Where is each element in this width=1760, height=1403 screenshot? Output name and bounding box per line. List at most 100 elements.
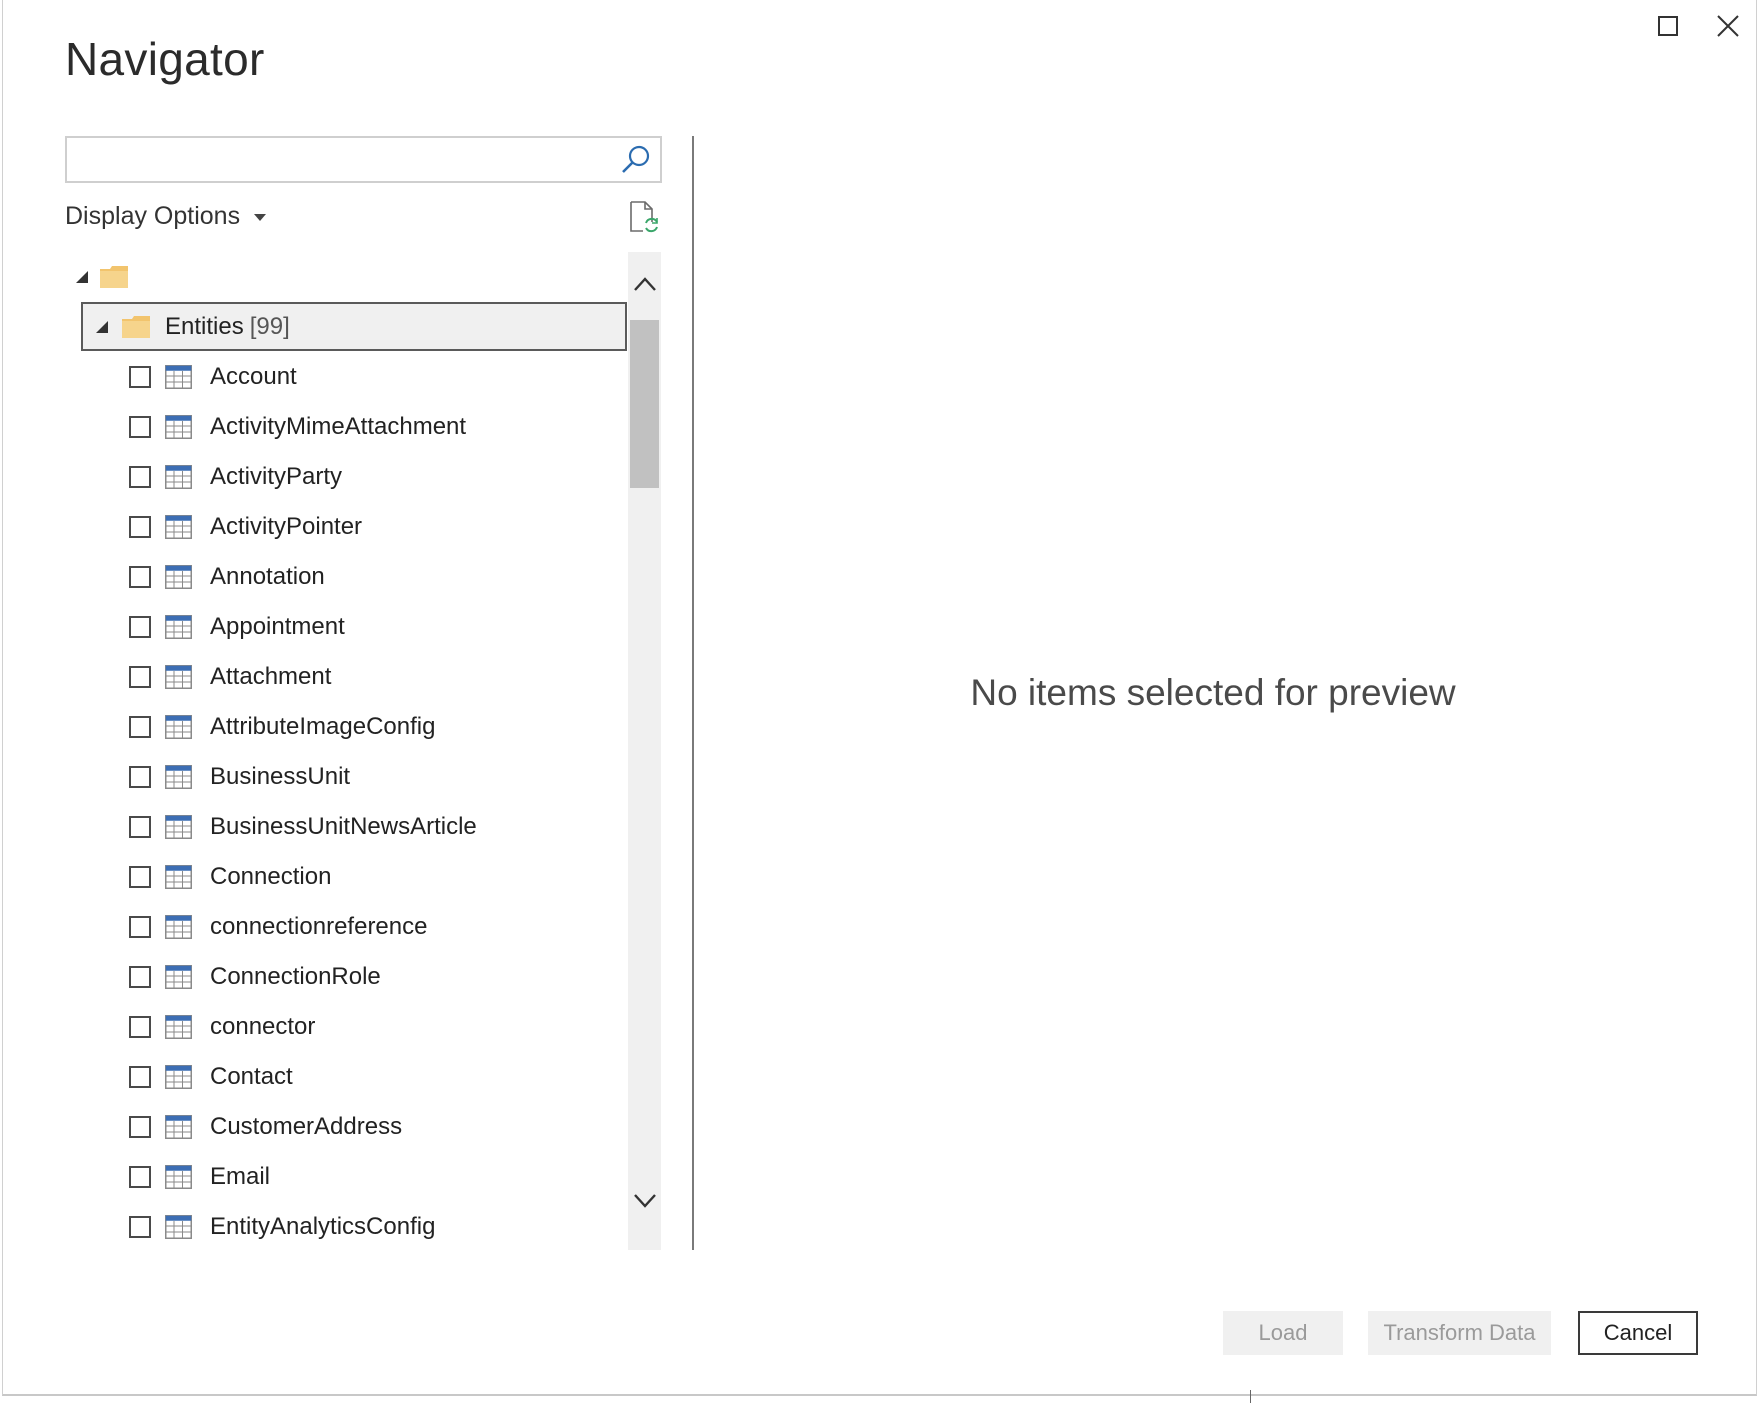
list-item-label: Contact <box>210 1063 293 1090</box>
list-item[interactable]: Email <box>65 1152 610 1202</box>
table-icon <box>165 1065 192 1089</box>
list-item[interactable]: Annotation <box>65 552 610 602</box>
checkbox[interactable] <box>129 466 151 488</box>
checkbox[interactable] <box>129 866 151 888</box>
refresh-icon[interactable] <box>628 200 660 234</box>
list-item[interactable]: ActivityParty <box>65 452 610 502</box>
navigator-tree: Entities [99] Account ActivityMimeAttachm… <box>65 252 628 1250</box>
close-button[interactable] <box>1703 6 1753 46</box>
scroll-down-button[interactable] <box>628 1192 661 1228</box>
table-icon <box>165 915 192 939</box>
table-icon <box>165 515 192 539</box>
checkbox[interactable] <box>129 666 151 688</box>
table-icon <box>165 365 192 389</box>
load-button[interactable]: Load <box>1223 1311 1343 1355</box>
list-item[interactable]: EntityAnalyticsConfig <box>65 1202 610 1250</box>
checkbox[interactable] <box>129 916 151 938</box>
list-item-label: Appointment <box>210 613 345 640</box>
list-item-label: ActivityPointer <box>210 513 363 540</box>
list-item[interactable]: Appointment <box>65 602 610 652</box>
entity-list: Account ActivityMimeAttachment ActivityPar… <box>65 352 610 1250</box>
list-item-label: Attachment <box>210 663 332 690</box>
list-item-label: BusinessUnit <box>210 763 351 790</box>
checkbox[interactable] <box>129 366 151 388</box>
display-options-dropdown[interactable]: Display Options <box>65 202 267 231</box>
pane-divider <box>692 136 694 1250</box>
table-icon <box>165 765 192 789</box>
table-icon <box>165 1015 192 1039</box>
list-item[interactable]: CustomerAddress <box>65 1102 610 1152</box>
divider <box>1250 1390 1251 1403</box>
search-box <box>65 136 662 183</box>
checkbox[interactable] <box>129 816 151 838</box>
checkbox[interactable] <box>129 1116 151 1138</box>
checkbox[interactable] <box>129 1216 151 1238</box>
checkbox[interactable] <box>129 766 151 788</box>
list-item[interactable]: ConnectionRole <box>65 952 610 1002</box>
table-icon <box>165 815 192 839</box>
list-item-label: connectionreference <box>210 913 428 940</box>
checkbox[interactable] <box>129 966 151 988</box>
folder-icon <box>122 315 150 338</box>
checkbox[interactable] <box>129 416 151 438</box>
list-item-label: ActivityParty <box>210 463 343 490</box>
list-item[interactable]: Contact <box>65 1052 610 1102</box>
maximize-button[interactable] <box>1643 6 1693 46</box>
table-icon <box>165 715 192 739</box>
list-item-label: AttributeImageConfig <box>210 713 436 740</box>
list-item-label: ActivityMimeAttachment <box>210 413 467 440</box>
tree-root-node[interactable] <box>75 260 129 294</box>
maximize-icon <box>1658 16 1678 36</box>
table-icon <box>165 1165 192 1189</box>
table-icon <box>165 415 192 439</box>
tree-node-entities[interactable]: Entities [99] <box>81 302 627 351</box>
list-item[interactable]: ActivityMimeAttachment <box>65 402 610 452</box>
checkbox[interactable] <box>129 616 151 638</box>
checkbox[interactable] <box>129 716 151 738</box>
checkbox[interactable] <box>129 566 151 588</box>
list-item[interactable]: ActivityPointer <box>65 502 610 552</box>
list-item-label: ConnectionRole <box>210 963 381 990</box>
list-item-label: Annotation <box>210 563 325 590</box>
page-title: Navigator <box>65 33 265 85</box>
collapse-triangle-icon[interactable] <box>95 320 109 334</box>
list-item-label: Account <box>210 363 297 390</box>
list-item-label: Email <box>210 1163 271 1190</box>
list-item[interactable]: AttributeImageConfig <box>65 702 610 752</box>
table-icon <box>165 1215 192 1239</box>
cancel-button[interactable]: Cancel <box>1578 1311 1698 1355</box>
checkbox[interactable] <box>129 1166 151 1188</box>
table-icon <box>165 615 192 639</box>
list-item[interactable]: connector <box>65 1002 610 1052</box>
tree-scrollbar[interactable] <box>628 252 661 1250</box>
list-item[interactable]: Connection <box>65 852 610 902</box>
list-item[interactable]: Account <box>65 352 610 402</box>
checkbox[interactable] <box>129 1066 151 1088</box>
list-item[interactable]: BusinessUnitNewsArticle <box>65 802 610 852</box>
scroll-up-button[interactable] <box>628 276 661 312</box>
navigator-dialog: Navigator Display Options Entities [99] … <box>2 0 1757 1396</box>
list-item[interactable]: Attachment <box>65 652 610 702</box>
list-item[interactable]: connectionreference <box>65 902 610 952</box>
table-icon <box>165 865 192 889</box>
collapse-triangle-icon[interactable] <box>75 270 89 284</box>
checkbox[interactable] <box>129 1016 151 1038</box>
close-icon <box>1717 15 1739 37</box>
list-item-label: EntityAnalyticsConfig <box>210 1213 436 1240</box>
preview-empty-message: No items selected for preview <box>970 672 1456 713</box>
list-item-label: CustomerAddress <box>210 1113 403 1140</box>
scroll-thumb[interactable] <box>630 320 659 488</box>
search-icon[interactable] <box>620 144 652 176</box>
transform-data-button[interactable]: Transform Data <box>1368 1311 1551 1355</box>
chevron-down-icon <box>254 213 267 221</box>
list-item[interactable]: BusinessUnit <box>65 752 610 802</box>
list-item-label: BusinessUnitNewsArticle <box>210 813 477 840</box>
chevron-up-icon <box>633 277 656 291</box>
checkbox[interactable] <box>129 516 151 538</box>
entities-label: Entities <box>165 312 244 340</box>
display-options-label: Display Options <box>65 202 241 230</box>
table-icon <box>165 665 192 689</box>
entities-count: [99] <box>249 312 290 340</box>
search-input[interactable] <box>75 144 599 176</box>
list-item-label: connector <box>210 1013 316 1040</box>
